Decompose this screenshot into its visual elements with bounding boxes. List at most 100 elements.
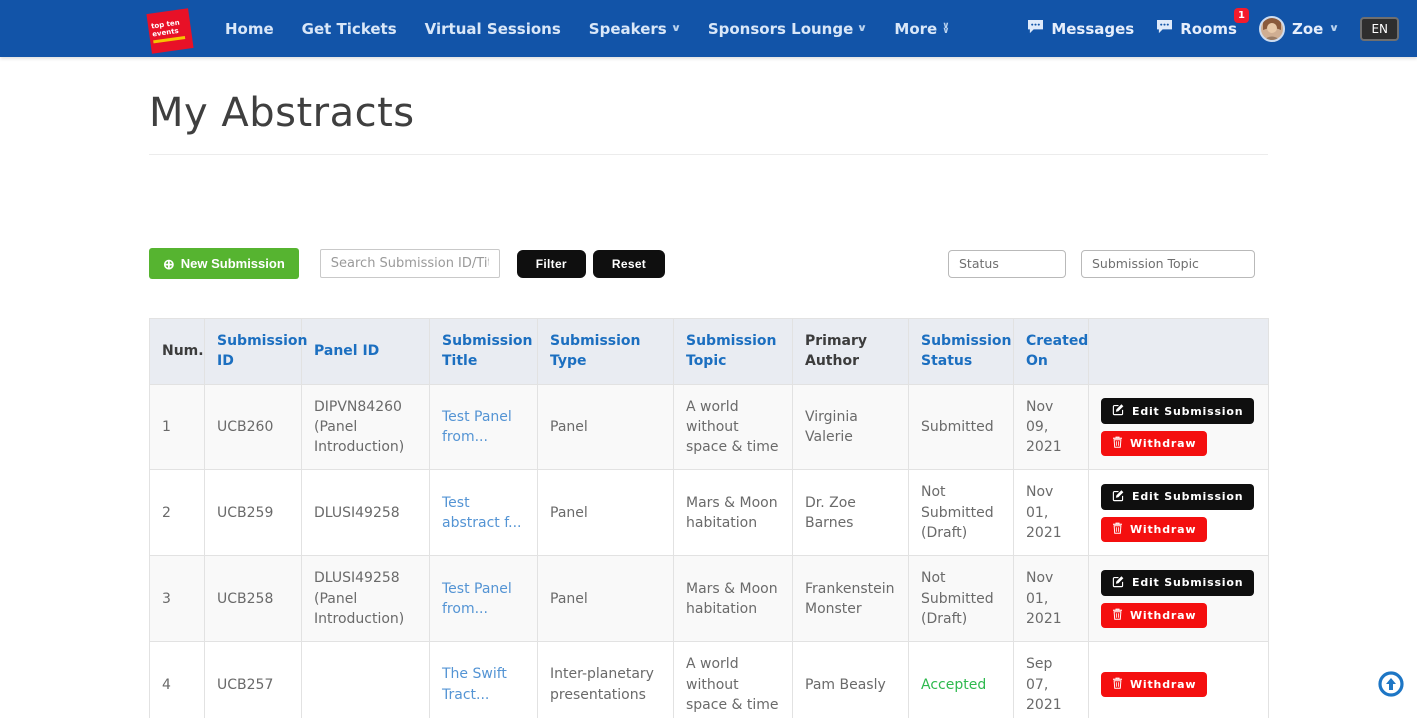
column-header-topic[interactable]: Submission Topic — [673, 318, 793, 385]
chevron-down-icon: ∨ — [1329, 23, 1340, 34]
withdraw-button[interactable]: Withdraw — [1101, 431, 1208, 457]
page: top ten events Home Get Tickets Virtual Se… — [0, 0, 1417, 718]
navbar: top ten events Home Get Tickets Virtual Se… — [0, 0, 1417, 57]
cell-submission_id: UCB257 — [204, 641, 302, 718]
cell-panel_id: DLUSI49258 (Panel Introduction) — [301, 555, 430, 643]
edit-submission-button[interactable]: Edit Submission — [1101, 569, 1255, 596]
cell-type: Inter-planetary presentations — [537, 641, 674, 718]
withdraw-button[interactable]: Withdraw — [1101, 672, 1208, 698]
column-header-type[interactable]: Submission Type — [537, 318, 674, 385]
chevron-down-icon: ∨ — [670, 23, 682, 34]
submission-title-link[interactable]: Test Panel from... — [442, 409, 512, 445]
cell-status: Not Submitted (Draft) — [908, 469, 1014, 557]
logo-text: top ten events — [150, 17, 181, 38]
cell-panel_id: DLUSI49258 — [301, 469, 430, 557]
cell-primary_author: Frankenstein Monster — [792, 555, 909, 643]
status-badge: Submitted — [921, 418, 994, 435]
navbar-left: top ten events Home Get Tickets Virtual Se… — [146, 7, 964, 54]
messages-label: Messages — [1051, 19, 1135, 38]
nav-item-label: Sponsors Lounge — [707, 19, 854, 38]
cell-type: Panel — [537, 555, 674, 643]
pencil-square-icon — [1112, 489, 1125, 505]
cell-submission_id: UCB259 — [204, 469, 302, 557]
main-content: My Abstracts ⊕ New Submission Filter Res… — [149, 90, 1269, 718]
scroll-to-top-button[interactable] — [1377, 670, 1405, 698]
chat-icon — [1027, 19, 1044, 38]
pencil-square-icon — [1112, 575, 1125, 591]
logo[interactable]: top ten events — [146, 7, 194, 54]
submission-title-link[interactable]: Test Panel from... — [442, 581, 512, 617]
column-header-panel_id[interactable]: Panel ID — [301, 318, 430, 385]
user-menu[interactable]: Zoe ∨ — [1258, 15, 1340, 42]
actions-cell: Edit Submission Withdraw — [1088, 469, 1269, 557]
chat-icon — [1156, 19, 1173, 38]
status-badge: Accepted — [921, 676, 987, 693]
language-selector[interactable]: EN — [1360, 16, 1399, 41]
column-header-submission_id[interactable]: Submission ID — [204, 318, 308, 385]
search-input[interactable] — [319, 249, 500, 278]
nav-item-get-tickets[interactable]: Get Tickets — [288, 20, 411, 38]
cell-topic: Mars & Moon habitation — [673, 469, 793, 557]
nav-items: Home Get Tickets Virtual Sessions Speakers ∨… — [211, 20, 964, 38]
topic-filter-input[interactable] — [1081, 249, 1255, 278]
messages-link[interactable]: Messages — [1027, 19, 1134, 38]
nav-item-label: Get Tickets — [301, 19, 397, 38]
pencil-square-icon — [1112, 403, 1125, 419]
trash-icon — [1112, 608, 1123, 623]
column-header-primary_author: Primary Author — [792, 318, 909, 385]
cell-num: 1 — [149, 383, 205, 471]
trash-icon — [1112, 436, 1123, 451]
column-header-status[interactable]: Submission Status — [908, 318, 1014, 385]
withdraw-button[interactable]: Withdraw — [1101, 602, 1208, 628]
user-name: Zoe — [1291, 19, 1324, 38]
trash-icon — [1112, 677, 1123, 692]
nav-item-sponsors-lounge[interactable]: Sponsors Lounge ∨ — [694, 20, 881, 38]
trash-icon — [1112, 522, 1123, 537]
rooms-link[interactable]: Rooms 1 — [1156, 8, 1249, 38]
nav-item-home[interactable]: Home — [211, 20, 288, 38]
nav-item-more[interactable]: More ∨ ∨ — [880, 20, 963, 38]
nav-item-speakers[interactable]: Speakers ∨ — [575, 20, 694, 38]
abstracts-table: Num. Submission ID Panel ID Submission Titl… — [149, 318, 1269, 718]
cell-num: 2 — [149, 469, 205, 557]
table-row: 2 UCB259 DLUSI49258 Test abstract f... Panel… — [149, 469, 1269, 557]
reset-button[interactable]: Reset — [592, 249, 666, 278]
plus-circle-icon: ⊕ — [163, 255, 175, 272]
cell-status: Accepted — [908, 641, 1014, 718]
nav-item-label: Speakers — [588, 19, 667, 38]
avatar — [1258, 15, 1285, 42]
nav-item-virtual-sessions[interactable]: Virtual Sessions — [411, 20, 575, 38]
edit-submission-button[interactable]: Edit Submission — [1101, 483, 1255, 510]
actions-cell: Edit Submission Withdraw — [1088, 555, 1269, 643]
row-actions: Edit Submission Withdraw — [1101, 483, 1256, 542]
cell-panel_id: DIPVN84260 (Panel Introduction) — [301, 383, 430, 471]
column-header-title[interactable]: Submission Title — [429, 318, 538, 385]
cell-topic: Mars & Moon habitation — [673, 555, 793, 643]
toolbar: ⊕ New Submission Filter Reset — [149, 248, 1268, 279]
cell-type: Panel — [537, 469, 674, 557]
cell-title: Test abstract f... — [429, 469, 538, 557]
cell-submission_id: UCB260 — [204, 383, 302, 471]
cell-created_on: Nov 09, 2021 — [1013, 383, 1089, 471]
edit-submission-button[interactable]: Edit Submission — [1101, 398, 1255, 425]
nav-item-label: Home — [225, 19, 274, 38]
submission-title-link[interactable]: The Swift Tract... — [442, 666, 507, 702]
table-row: 4 UCB257 The Swift Tract... Inter-planetary… — [149, 641, 1269, 718]
submission-title-link[interactable]: Test abstract f... — [442, 495, 521, 531]
table-row: 1 UCB260 DIPVN84260 (Panel Introduction) Te… — [149, 383, 1269, 471]
withdraw-button[interactable]: Withdraw — [1101, 516, 1208, 542]
cell-created_on: Nov 01, 2021 — [1013, 469, 1089, 557]
cell-submission_id: UCB258 — [204, 555, 302, 643]
row-actions: Edit Submission Withdraw — [1101, 398, 1256, 457]
cell-created_on: Nov 01, 2021 — [1013, 555, 1089, 643]
new-submission-button[interactable]: ⊕ New Submission — [149, 248, 299, 279]
table-row: 3 UCB258 DLUSI49258 (Panel Introduction) Te… — [149, 555, 1269, 643]
cell-num: 3 — [149, 555, 205, 643]
column-header-created_on[interactable]: Created On — [1013, 318, 1089, 385]
status-filter-input[interactable] — [948, 249, 1066, 278]
cell-num: 4 — [149, 641, 205, 718]
filter-button[interactable]: Filter — [516, 249, 586, 278]
row-actions: Edit Submission Withdraw — [1101, 569, 1256, 628]
cell-primary_author: Dr. Zoe Barnes — [792, 469, 909, 557]
toolbar-left: ⊕ New Submission Filter Reset — [149, 248, 666, 279]
